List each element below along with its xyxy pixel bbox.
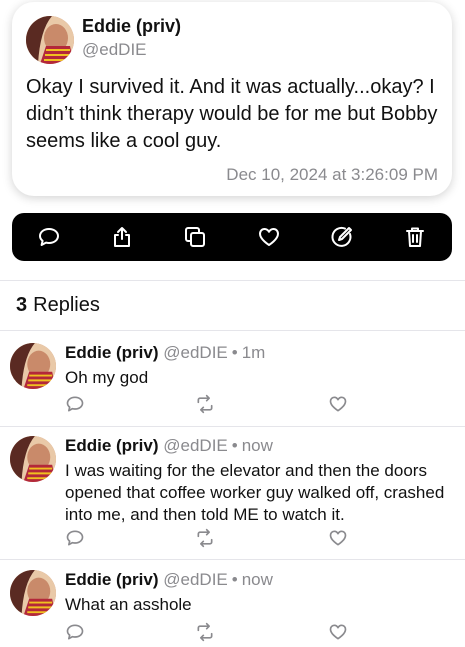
- avatar[interactable]: [26, 16, 74, 64]
- reply-item[interactable]: Eddie (priv) @edDIE • now What an asshole: [0, 570, 465, 642]
- like-icon[interactable]: [328, 528, 348, 548]
- reply-icon[interactable]: [65, 528, 85, 548]
- reply-time: now: [241, 570, 273, 589]
- reply-icon[interactable]: [65, 394, 85, 414]
- reply-author[interactable]: Eddie (priv): [65, 343, 159, 362]
- avatar[interactable]: [10, 436, 56, 482]
- post-card: Eddie (priv) @edDIE Okay I survived it. …: [12, 2, 452, 196]
- like-icon[interactable]: [328, 622, 348, 642]
- reply-text: What an asshole: [65, 595, 192, 614]
- author-name[interactable]: Eddie (priv): [82, 16, 181, 37]
- copy-icon[interactable]: [182, 224, 208, 250]
- avatar[interactable]: [10, 343, 56, 389]
- share-icon[interactable]: [109, 224, 135, 250]
- reply-meta: Eddie (priv) @edDIE • now: [65, 436, 273, 456]
- divider: [0, 330, 465, 331]
- edit-icon[interactable]: [329, 224, 355, 250]
- reply-handle[interactable]: @edDIE: [163, 436, 228, 455]
- reply-author[interactable]: Eddie (priv): [65, 436, 159, 455]
- reply-item[interactable]: Eddie (priv) @edDIE • now I was waiting fo…: [0, 436, 465, 556]
- reply-handle[interactable]: @edDIE: [163, 570, 228, 589]
- post-action-bar: [12, 213, 452, 261]
- like-icon[interactable]: [328, 394, 348, 414]
- like-icon[interactable]: [256, 224, 282, 250]
- repost-icon[interactable]: [195, 622, 215, 642]
- divider: [0, 280, 465, 281]
- reply-handle[interactable]: @edDIE: [163, 343, 228, 362]
- delete-icon[interactable]: [402, 224, 428, 250]
- separator-dot: •: [231, 343, 238, 362]
- reply-icon[interactable]: [36, 224, 62, 250]
- reply-actions: [65, 528, 365, 548]
- replies-count: 3: [16, 294, 28, 316]
- avatar[interactable]: [10, 570, 56, 616]
- reply-meta: Eddie (priv) @edDIE • now: [65, 570, 273, 590]
- author-handle[interactable]: @edDIE: [82, 40, 147, 60]
- repost-icon[interactable]: [195, 394, 215, 414]
- reply-item[interactable]: Eddie (priv) @edDIE • 1m Oh my god: [0, 343, 465, 427]
- reply-text: I was waiting for the elevator and then …: [65, 461, 445, 524]
- replies-header: 3 Replies: [16, 294, 100, 317]
- divider: [0, 426, 465, 427]
- post-timestamp: Dec 10, 2024 at 3:26:09 PM: [226, 165, 438, 184]
- reply-icon[interactable]: [65, 622, 85, 642]
- separator-dot: •: [231, 570, 238, 589]
- reply-text: Oh my god: [65, 368, 149, 387]
- repost-icon[interactable]: [195, 528, 215, 548]
- divider: [0, 559, 465, 560]
- separator-dot: •: [231, 436, 238, 455]
- reply-actions: [65, 394, 365, 414]
- reply-actions: [65, 622, 365, 642]
- reply-meta: Eddie (priv) @edDIE • 1m: [65, 343, 265, 363]
- reply-time: now: [241, 436, 273, 455]
- reply-author[interactable]: Eddie (priv): [65, 570, 159, 589]
- post-text: Okay I survived it. And it was actually.…: [26, 76, 438, 152]
- reply-time: 1m: [241, 343, 266, 362]
- replies-label: Replies: [33, 294, 100, 316]
